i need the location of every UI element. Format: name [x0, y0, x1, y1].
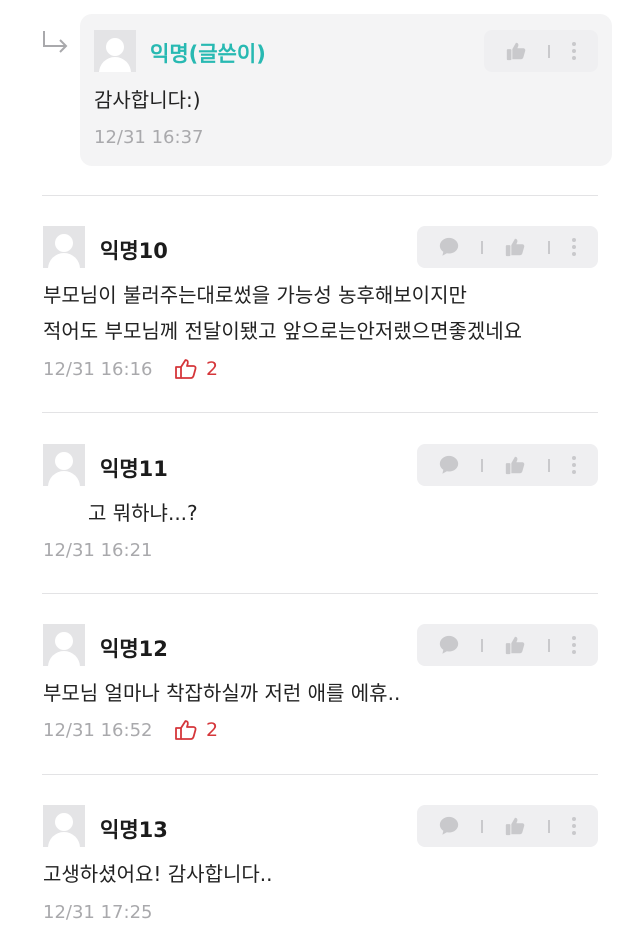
divider: [42, 774, 598, 775]
comment-action-bar: [484, 30, 598, 72]
comment-author-name: 익명(글쓴이): [150, 42, 266, 66]
action-separator: [481, 240, 484, 254]
comment-author-name: 익명13: [100, 818, 168, 842]
comment-timestamp: 12/31 16:52: [43, 720, 153, 741]
comment-action-bar: [417, 805, 598, 847]
avatar: [43, 444, 85, 486]
thumbs-up-icon[interactable]: [504, 454, 526, 476]
like-count-value: 2: [206, 358, 219, 380]
comment-text: 부모님 얼마나 착잡하실까 저런 애를 에휴..: [43, 681, 401, 705]
comment-author-name: 익명10: [100, 239, 168, 263]
comment-text-line: 적어도 부모님께 전달이됐고 앞으로는안저랬으면좋겠네요: [43, 319, 523, 343]
comment-timestamp: 12/31 16:37: [94, 127, 204, 148]
comment-action-bar: [417, 624, 598, 666]
thumbs-up-icon[interactable]: [504, 815, 526, 837]
more-vertical-icon[interactable]: [571, 237, 577, 257]
divider: [42, 412, 598, 413]
more-vertical-icon[interactable]: [571, 635, 577, 655]
avatar: [43, 624, 85, 666]
action-separator: [547, 819, 550, 833]
action-separator: [547, 458, 550, 472]
divider: [42, 195, 598, 196]
comment-action-bar: [417, 444, 598, 486]
more-vertical-icon[interactable]: [571, 455, 577, 475]
comment-author-name: 익명11: [100, 457, 168, 481]
comment-timestamp: 12/31 16:21: [43, 540, 153, 561]
like-count: 2: [174, 718, 218, 742]
divider: [42, 593, 598, 594]
comment-text-line: 부모님이 불러주는대로썼을 가능성 농후해보이지만: [43, 283, 467, 307]
thumbs-up-icon[interactable]: [505, 40, 527, 62]
comment-author-name: 익명12: [100, 637, 168, 661]
avatar: [94, 30, 136, 72]
speech-bubble-icon[interactable]: [438, 454, 460, 476]
more-vertical-icon[interactable]: [571, 41, 577, 61]
like-count: 2: [174, 357, 218, 381]
like-count-value: 2: [206, 719, 219, 741]
action-separator: [547, 240, 550, 254]
thumbs-up-icon[interactable]: [504, 236, 526, 258]
comment-text: 고 뭐하냐...?: [88, 501, 198, 525]
more-vertical-icon[interactable]: [571, 816, 577, 836]
speech-bubble-icon[interactable]: [438, 236, 460, 258]
action-separator: [481, 458, 484, 472]
speech-bubble-icon[interactable]: [438, 815, 460, 837]
comment-text: 감사합니다:): [94, 88, 201, 112]
speech-bubble-icon[interactable]: [438, 634, 460, 656]
comment-action-bar: [417, 226, 598, 268]
avatar: [43, 805, 85, 847]
thumbs-up-icon[interactable]: [504, 634, 526, 656]
avatar: [43, 226, 85, 268]
comment-text: 고생하셨어요! 감사합니다..: [43, 862, 273, 886]
action-separator: [548, 44, 550, 58]
action-separator: [481, 638, 484, 652]
thumbs-up-outline-icon: [175, 720, 197, 740]
reply-arrow-icon: [43, 31, 68, 53]
comment-timestamp: 12/31 17:25: [43, 902, 153, 923]
action-separator: [481, 819, 484, 833]
comment-timestamp: 12/31 16:16: [43, 359, 153, 380]
action-separator: [547, 638, 550, 652]
thumbs-up-outline-icon: [175, 359, 197, 379]
